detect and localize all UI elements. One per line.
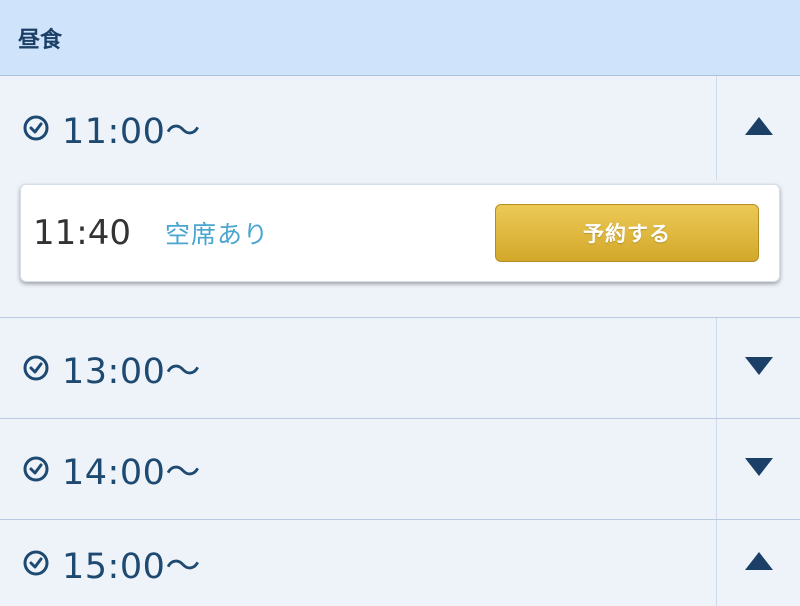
slot-header[interactable]: 15:00〜 xyxy=(0,520,716,606)
clock-icon xyxy=(22,549,50,577)
slot-time: 13:00〜 xyxy=(62,351,201,392)
reserve-button[interactable]: 予約する xyxy=(495,204,759,262)
clock-icon xyxy=(22,354,50,382)
expand-toggle[interactable] xyxy=(716,318,800,418)
slot-row-1400[interactable]: 14:00〜 xyxy=(0,419,800,520)
clock-icon xyxy=(22,114,50,142)
slot-header[interactable]: 14:00〜 xyxy=(0,419,716,519)
clock-icon xyxy=(22,455,50,483)
chevron-up-icon xyxy=(744,550,774,576)
chevron-down-icon xyxy=(744,355,774,381)
slot-row-1500[interactable]: 15:00〜 xyxy=(0,520,800,606)
expand-toggle[interactable] xyxy=(716,76,800,180)
chevron-down-icon xyxy=(744,456,774,482)
slot-header[interactable]: 11:00〜 xyxy=(0,76,716,180)
slot-time: 11:00〜 xyxy=(62,111,201,152)
slot-header[interactable]: 13:00〜 xyxy=(0,318,716,418)
slot-time: 15:00〜 xyxy=(62,546,201,587)
expand-toggle[interactable] xyxy=(716,419,800,519)
availability-time: 11:40 xyxy=(33,213,131,253)
chevron-up-icon xyxy=(744,115,774,141)
expand-toggle[interactable] xyxy=(716,520,800,606)
slot-availability-panel: 11:40 空席あり 予約する xyxy=(0,180,800,318)
slot-row-1300[interactable]: 13:00〜 xyxy=(0,318,800,419)
section-title: 昼食 xyxy=(18,27,63,53)
slot-time: 14:00〜 xyxy=(62,452,201,493)
section-header: 昼食 xyxy=(0,0,800,76)
availability-card: 11:40 空席あり 予約する xyxy=(20,184,780,282)
slot-row-1100[interactable]: 11:00〜 xyxy=(0,76,800,180)
availability-status: 空席あり xyxy=(165,220,270,249)
